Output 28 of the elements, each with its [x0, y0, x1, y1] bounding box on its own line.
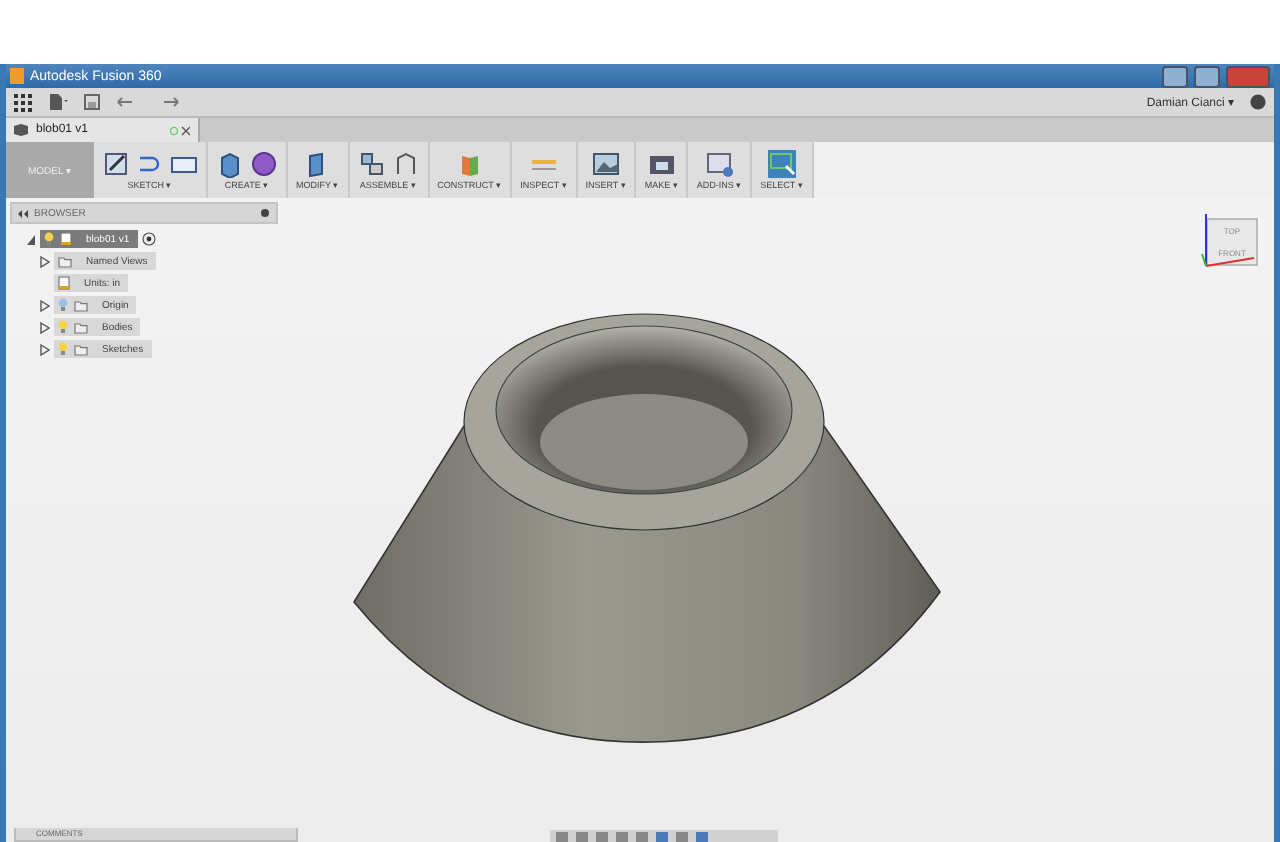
- expand-arrow-icon[interactable]: [40, 255, 50, 267]
- document-icon: [58, 276, 70, 290]
- select-cursor-icon[interactable]: [767, 150, 796, 178]
- expand-arrow-icon[interactable]: [40, 343, 50, 355]
- help-icon[interactable]: [1250, 94, 1266, 110]
- folder-icon: [58, 255, 72, 267]
- app-grid-icon[interactable]: [14, 93, 32, 111]
- radio-icon[interactable]: [141, 232, 156, 246]
- close-icon[interactable]: [170, 125, 190, 135]
- lightbulb-icon[interactable]: [44, 232, 54, 246]
- joint-icon[interactable]: [357, 150, 386, 178]
- box-icon[interactable]: [216, 150, 244, 178]
- printer-icon[interactable]: [647, 150, 676, 178]
- app-logo-icon: [10, 68, 24, 84]
- collapse-panel-icon[interactable]: [18, 209, 28, 217]
- minimize-button[interactable]: [1162, 65, 1188, 87]
- sphere-icon[interactable]: [250, 150, 278, 178]
- file-icon[interactable]: [48, 94, 68, 110]
- maximize-button[interactable]: [1194, 65, 1220, 87]
- image-icon[interactable]: [592, 150, 621, 178]
- save-icon[interactable]: [84, 94, 100, 110]
- pencil-icon[interactable]: [102, 150, 130, 178]
- expand-arrow-icon[interactable]: [40, 321, 50, 333]
- expand-arrow-icon[interactable]: [40, 299, 50, 311]
- pin-icon[interactable]: [260, 208, 270, 218]
- collapse-arrow-icon[interactable]: [26, 233, 36, 245]
- cube-icon: [14, 124, 28, 136]
- document-icon: [60, 232, 72, 246]
